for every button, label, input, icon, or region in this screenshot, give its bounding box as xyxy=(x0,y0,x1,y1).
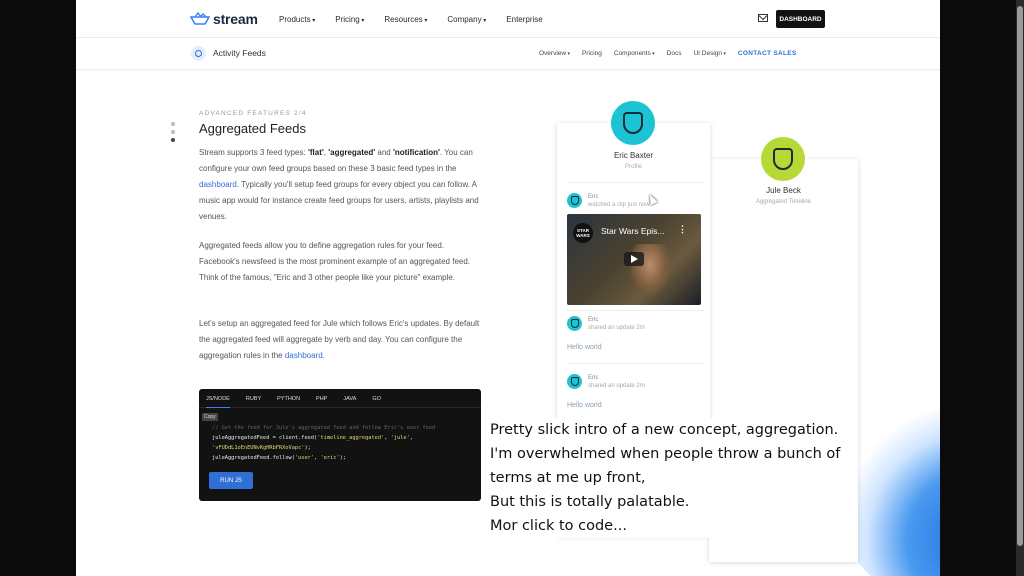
feed-item-action: shared an update 2m xyxy=(588,383,645,389)
channel-logo[interactable]: STAR WARS xyxy=(573,223,593,243)
feed-item-action: watched a clip just now xyxy=(588,202,650,208)
menu-enterprise[interactable]: Enterprise xyxy=(506,15,542,24)
feed-item-text: Hello world xyxy=(567,344,602,351)
more-options-icon[interactable]: ⋮ xyxy=(678,224,687,235)
submenu-pricing[interactable]: Pricing xyxy=(582,50,602,57)
code-line-3a: juleAggregatedFeed.follow( xyxy=(212,455,295,461)
code-line-1c: , xyxy=(409,435,413,441)
p1-aggregated: 'aggregated' xyxy=(328,148,376,157)
scrollbar[interactable] xyxy=(1016,0,1024,576)
divider xyxy=(567,310,704,311)
submenu-components[interactable]: Components xyxy=(614,50,655,57)
scrollbar-thumb[interactable] xyxy=(1017,6,1023,546)
code-snippet: // Get the feed for Jule's aggregated fe… xyxy=(212,423,435,463)
submenu-docs[interactable]: Docs xyxy=(667,50,682,57)
video-player[interactable]: STAR WARS Star Wars Epis... ⋮ xyxy=(567,214,701,305)
activity-feeds-icon xyxy=(191,46,206,61)
overlay-caption: Pretty slick intro of a new concept, agg… xyxy=(488,418,843,538)
feed-item-action: shared an update 2m xyxy=(588,325,645,331)
feed-item-name: Eric xyxy=(588,194,599,200)
step-dot[interactable] xyxy=(171,122,175,126)
contact-sales-link[interactable]: CONTACT SALES xyxy=(738,50,797,57)
submenu-ui-design[interactable]: UI Design xyxy=(693,50,725,57)
code-language-tabs: JS/NODE RUBY PYTHON PHP JAVA GO xyxy=(199,389,481,408)
logo-text: stream xyxy=(213,11,258,27)
feed-item-name: Eric xyxy=(588,375,599,381)
step-dot[interactable] xyxy=(171,130,175,134)
tab-js-node[interactable]: JS/NODE xyxy=(206,396,230,408)
code-line-1a: juleAggregatedFeed = client.feed( xyxy=(212,435,318,441)
code-line-2-end: ); xyxy=(304,445,311,451)
paragraph-setup: Let's setup an aggregated feed for Jule … xyxy=(199,316,484,364)
p3-text-a: Let's setup an aggregated feed for Jule … xyxy=(199,319,480,360)
sub-menu: Overview Pricing Components Docs UI Desi… xyxy=(539,50,797,57)
tab-php[interactable]: PHP xyxy=(316,396,327,408)
dashboard-link[interactable]: dashboard xyxy=(199,180,237,189)
activity-feeds-title[interactable]: Activity Feeds xyxy=(213,48,266,58)
eric-avatar-small[interactable] xyxy=(567,316,582,331)
p1-text-e: . Typically you'll setup feed groups for… xyxy=(199,180,479,221)
code-line-3-s2: 'eric' xyxy=(320,455,340,461)
eric-avatar[interactable] xyxy=(611,101,655,145)
card-name-eric: Eric Baxter xyxy=(613,151,654,160)
boat-logo-icon xyxy=(190,12,210,25)
tab-java[interactable]: JAVA xyxy=(343,396,356,408)
step-indicator xyxy=(171,122,175,146)
divider xyxy=(567,363,704,364)
divider xyxy=(567,182,704,183)
submenu-overview[interactable]: Overview xyxy=(539,50,570,57)
copy-button[interactable]: Copy xyxy=(202,413,218,421)
tab-ruby[interactable]: RUBY xyxy=(246,396,261,408)
stream-logo[interactable]: stream xyxy=(190,11,258,27)
paragraph-feed-types: Stream supports 3 feed types: 'flat', 'a… xyxy=(199,145,484,225)
code-line-3c: ); xyxy=(339,455,346,461)
tab-go[interactable]: GO xyxy=(372,396,381,408)
code-line-3-s1: 'user' xyxy=(294,455,315,461)
play-button-icon[interactable] xyxy=(624,252,644,266)
p1-text-c: and xyxy=(375,148,393,157)
jule-avatar[interactable] xyxy=(761,137,805,181)
dashboard-button[interactable]: DASHBOARD xyxy=(776,10,825,28)
code-comment: // Get the feed for Jule's aggregated fe… xyxy=(212,425,436,431)
p1-text-a: Stream supports 3 feed types: xyxy=(199,148,308,157)
section-eyebrow: ADVANCED FEATURES 2/4 xyxy=(199,110,307,117)
card-name-jule: Jule Beck xyxy=(766,186,801,195)
menu-company[interactable]: Company xyxy=(447,15,486,24)
sub-navbar: Activity Feeds Overview Pricing Componen… xyxy=(76,38,940,70)
feed-item-name: Eric xyxy=(588,317,599,323)
top-navbar: stream Products Pricing Resources Compan… xyxy=(76,0,940,38)
tab-python[interactable]: PYTHON xyxy=(277,396,300,408)
section-heading: Aggregated Feeds xyxy=(199,121,306,136)
feed-item-text: Hello world xyxy=(567,402,602,409)
code-example-box: JS/NODE RUBY PYTHON PHP JAVA GO Copy // … xyxy=(199,389,481,501)
video-title[interactable]: Star Wars Epis... xyxy=(601,226,664,236)
code-line-1-s2: 'jule' xyxy=(390,435,410,441)
dashboard-link-2[interactable]: dashboard xyxy=(285,351,323,360)
paragraph-aggregated: Aggregated feeds allow you to define agg… xyxy=(199,241,471,282)
p3-text-b: . xyxy=(322,351,325,360)
card-subtitle-eric: Profile xyxy=(624,164,642,170)
menu-resources[interactable]: Resources xyxy=(384,15,427,24)
step-dot-active[interactable] xyxy=(171,138,175,142)
bull-avatar-icon xyxy=(773,148,793,170)
eric-avatar-small[interactable] xyxy=(567,193,582,208)
code-line-1-s1: 'timeline_aggregated' xyxy=(317,435,385,441)
top-menu: Products Pricing Resources Company Enter… xyxy=(279,15,543,24)
menu-pricing[interactable]: Pricing xyxy=(335,15,364,24)
wolf-avatar-icon xyxy=(623,112,643,134)
run-js-button[interactable]: RUN JS xyxy=(209,472,253,489)
eric-avatar-small[interactable] xyxy=(567,374,582,389)
code-line-2: 'vFUDdL1oEnEUNvKgHRbFRXoVapc' xyxy=(212,445,305,451)
menu-products[interactable]: Products xyxy=(279,15,315,24)
p1-notification: 'notification' xyxy=(392,148,440,157)
mail-icon[interactable] xyxy=(758,14,768,22)
p1-flat: 'flat' xyxy=(307,148,324,157)
card-subtitle-jule: Aggregated Timeline xyxy=(755,199,812,205)
